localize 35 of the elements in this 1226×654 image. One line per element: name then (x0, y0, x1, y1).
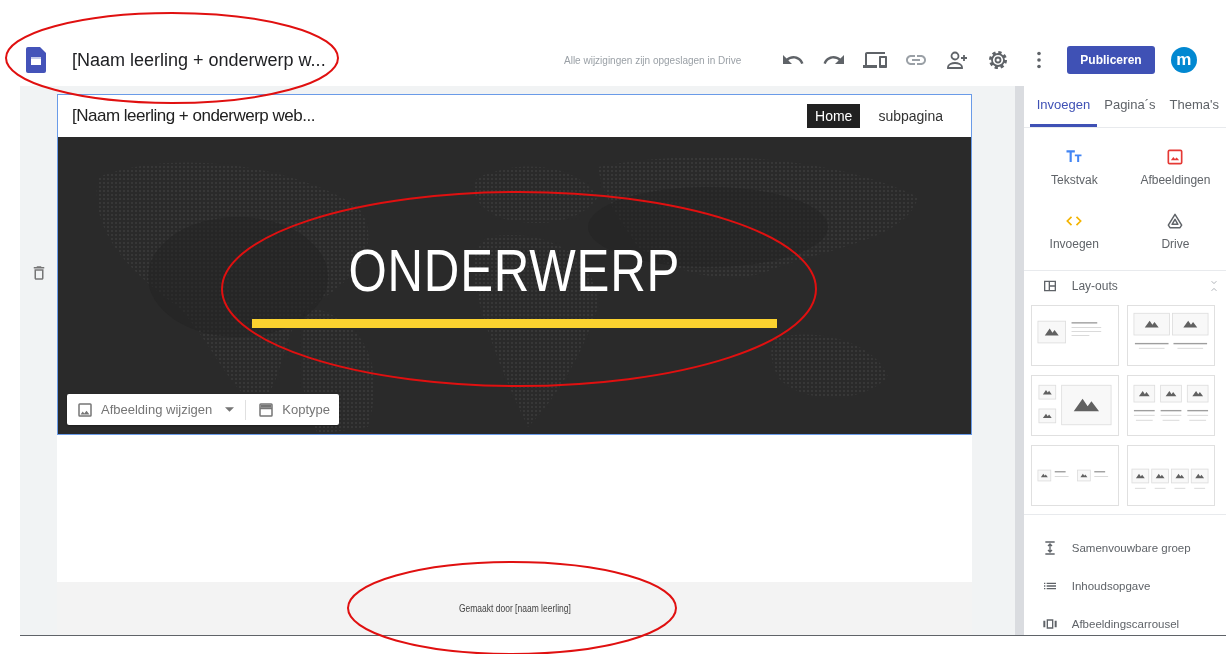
insert-option[interactable]: Afbeeldingen (1124, 145, 1226, 188)
layout-thumbnail-drawing (1037, 320, 1101, 343)
layout-thumbnail-drawing (1037, 469, 1108, 481)
nav-link[interactable]: subpagina (870, 104, 951, 128)
header-type-button[interactable]: Koptype (254, 400, 333, 419)
publish-button[interactable]: Publiceren (1067, 46, 1155, 74)
layout-tile[interactable] (1030, 375, 1119, 436)
sites-logo-icon[interactable] (26, 47, 46, 73)
panel-tab[interactable]: Thema's (1162, 86, 1226, 127)
layout-tile[interactable] (1126, 305, 1215, 366)
component-option[interactable]: Inhoudsopgave (1041, 575, 1226, 597)
change-image-button[interactable]: Afbeelding wijzigen (73, 400, 238, 419)
footer-text[interactable]: Gemaakt door [naam leerling] (458, 603, 571, 614)
insert-option[interactable]: Invoegen (1023, 209, 1125, 252)
layouts-heading[interactable]: Lay-outs (1071, 278, 1210, 293)
site-title[interactable]: [Naam leerling + onderwerp web... (72, 106, 807, 126)
header-layout-icon (257, 400, 276, 419)
panel-tab[interactable]: Pagina´s (1097, 86, 1163, 127)
layout-tile[interactable] (1126, 445, 1215, 506)
layout-tile[interactable] (1030, 445, 1119, 506)
component-option[interactable]: Afbeeldingscarrousel (1041, 613, 1226, 635)
scrollbar[interactable] (1014, 86, 1024, 635)
insert-option[interactable]: Tekstvak (1023, 145, 1125, 188)
component-option[interactable]: Samenvouwbare groep (1041, 537, 1226, 559)
layout-tile[interactable] (1030, 305, 1119, 366)
account-avatar[interactable]: m (1170, 47, 1197, 73)
carousel-icon (1041, 616, 1058, 632)
save-status: Alle wijzigingen zijn opgeslagen in Drive (564, 54, 742, 66)
insert-option[interactable]: Drive (1124, 209, 1226, 252)
nav-link[interactable]: Home (807, 104, 861, 128)
layout-tile[interactable] (1126, 375, 1215, 436)
image-icon (76, 400, 94, 419)
panel-tab[interactable]: Invoegen (1029, 86, 1098, 127)
hero-heading[interactable]: ONDERWERP (348, 235, 681, 305)
document-title[interactable]: [Naam leerling + onderwerp w... (72, 49, 552, 71)
